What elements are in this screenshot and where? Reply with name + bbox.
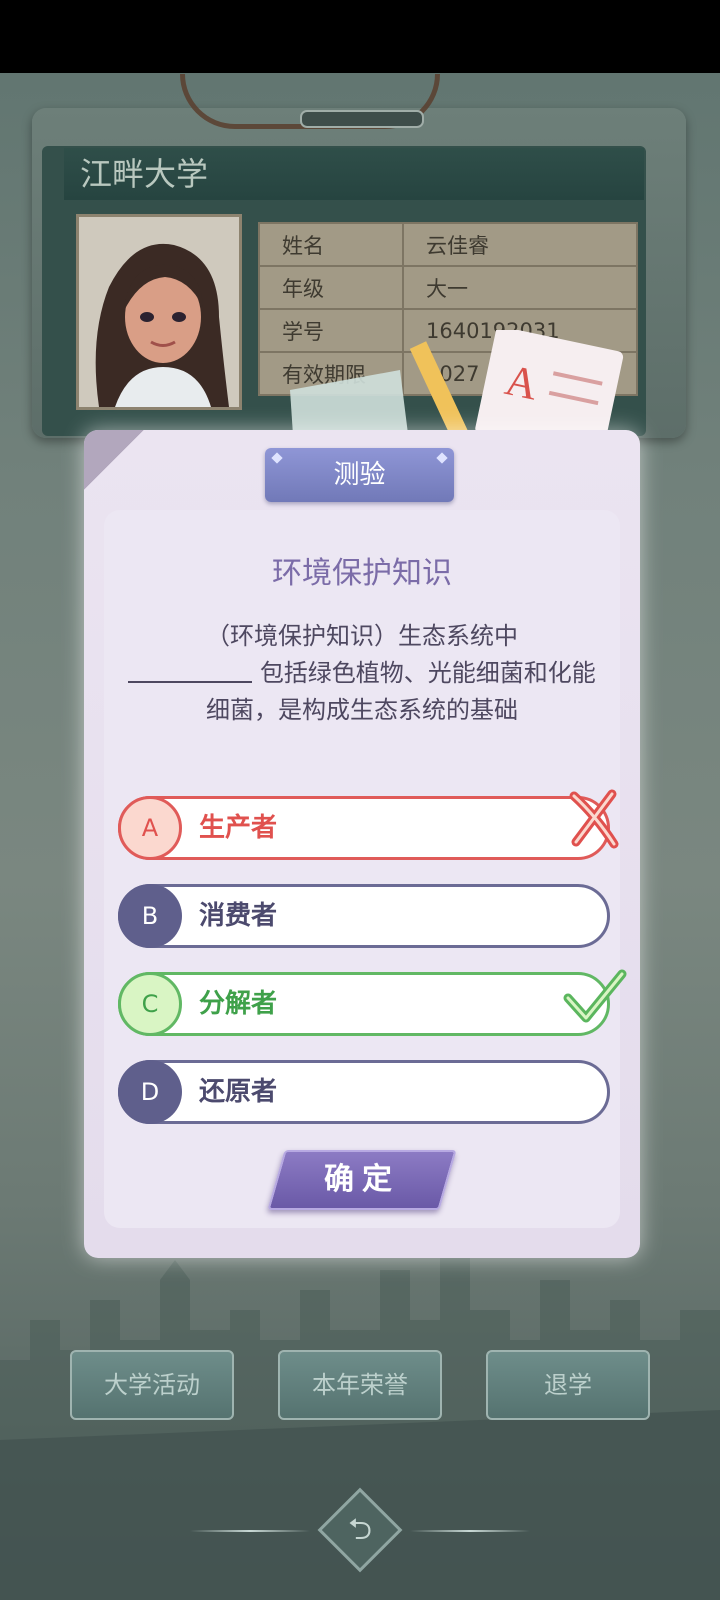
quiz-title: 环境保护知识 xyxy=(272,556,452,591)
option-c[interactable]: C 分解者 xyxy=(118,972,610,1036)
quiz-tab-label: 测验 xyxy=(333,460,386,490)
info-value: 云佳睿 xyxy=(402,222,638,267)
sparkle-icon xyxy=(436,452,448,464)
option-letter: C xyxy=(118,972,182,1036)
dropout-button[interactable]: 退学 xyxy=(486,1350,650,1420)
info-value: 大一 xyxy=(402,265,638,310)
info-key: 年级 xyxy=(258,265,404,310)
school-name: 江畔大学 xyxy=(64,148,644,200)
university-activities-button[interactable]: 大学活动 xyxy=(70,1350,234,1420)
page-fold-corner xyxy=(84,430,144,490)
option-text: 生产者 xyxy=(199,813,278,843)
option-text: 消费者 xyxy=(199,901,278,931)
annual-honors-button[interactable]: 本年荣誉 xyxy=(278,1350,442,1420)
correct-check-icon xyxy=(563,969,627,1023)
decorative-line xyxy=(190,1530,310,1532)
confirm-button[interactable]: 确定 xyxy=(267,1150,457,1210)
option-b[interactable]: B 消费者 xyxy=(118,884,610,948)
student-avatar xyxy=(76,214,242,410)
question-part-1: （环境保护知识）生态系统中 xyxy=(206,622,518,650)
option-text: 还原者 xyxy=(199,1077,278,1107)
option-letter: D xyxy=(118,1060,182,1124)
answer-blank xyxy=(128,657,253,683)
card-slot xyxy=(300,110,424,128)
confirm-button-label: 确定 xyxy=(324,1162,400,1197)
question-part-2: 包括绿色植物、光能细菌和化能细菌，是构成生态系统的基础 xyxy=(206,659,596,724)
option-letter: B xyxy=(118,884,182,948)
question-text: （环境保护知识）生态系统中 包括绿色植物、光能细菌和化能细菌，是构成生态系统的基… xyxy=(124,618,600,729)
wrong-cross-icon xyxy=(569,789,619,849)
status-bar xyxy=(0,0,720,73)
quiz-tab-header: 测验 xyxy=(265,448,454,502)
option-d[interactable]: D 还原者 xyxy=(118,1060,610,1124)
sparkle-icon xyxy=(271,452,283,464)
option-a[interactable]: A 生产者 xyxy=(118,796,610,860)
decorative-line xyxy=(410,1530,530,1532)
info-key: 姓名 xyxy=(258,222,404,267)
option-text: 分解者 xyxy=(199,989,278,1019)
option-letter: A xyxy=(118,796,182,860)
back-arrow-icon: ⮌ xyxy=(347,1512,373,1547)
